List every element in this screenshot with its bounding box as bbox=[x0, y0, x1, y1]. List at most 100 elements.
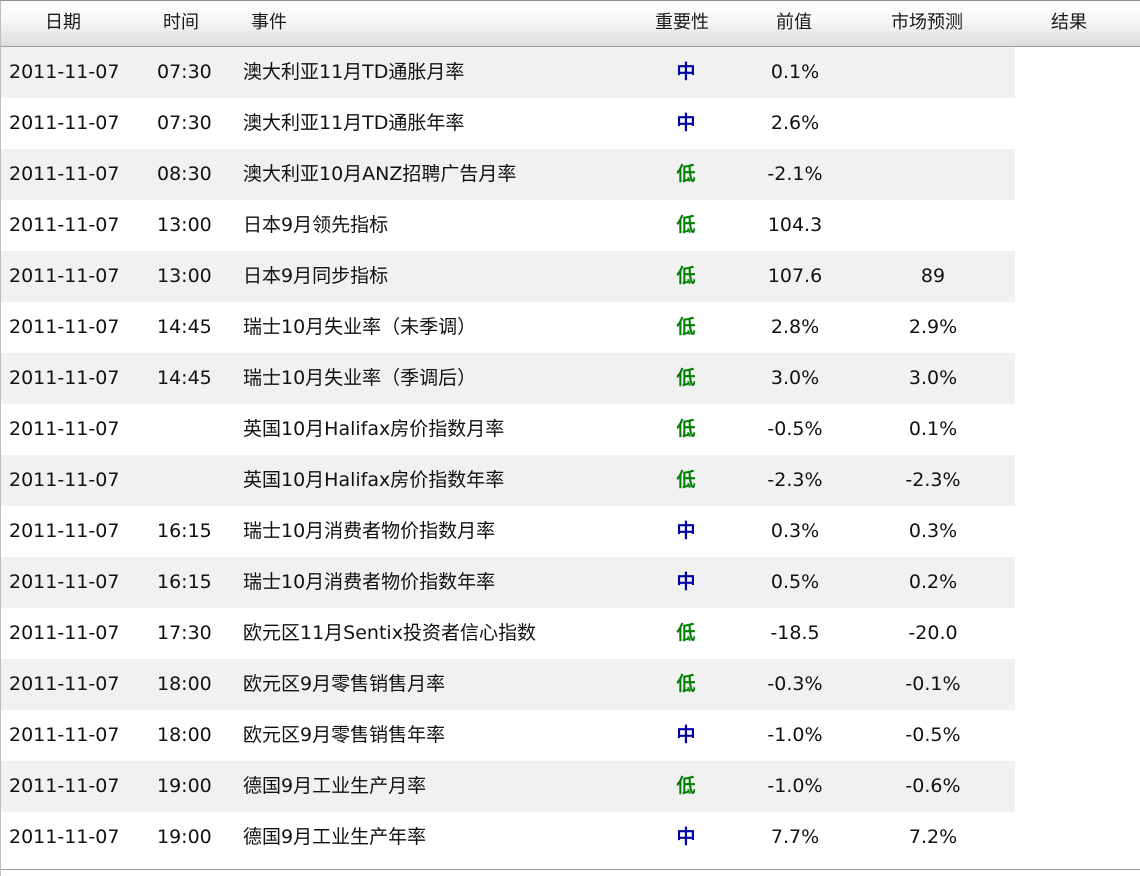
cell-forecast: -0.6% bbox=[905, 775, 961, 797]
cell-event: 瑞士10月消费者物价指数月率 bbox=[243, 520, 496, 542]
header-result: 结果 bbox=[1051, 12, 1087, 33]
cell-importance: 低 bbox=[676, 316, 696, 338]
cell-previous: -2.1% bbox=[767, 163, 823, 185]
cell-time: 07:30 bbox=[157, 61, 212, 83]
cell-forecast: 0.2% bbox=[908, 571, 958, 593]
cell-previous: 7.7% bbox=[770, 826, 820, 848]
cell-time: 19:00 bbox=[157, 775, 212, 797]
table-row: 2011-11-07 英国10月Halifax房价指数年率 低 -2.3% -2.3% bbox=[1, 455, 1015, 506]
cell-date: 2011-11-07 bbox=[9, 826, 120, 848]
cell-forecast: 7.2% bbox=[908, 826, 958, 848]
cell-previous: 0.1% bbox=[770, 61, 820, 83]
cell-event: 欧元区9月零售销售月率 bbox=[243, 673, 446, 695]
cell-date: 2011-11-07 bbox=[9, 520, 120, 542]
cell-previous: -1.0% bbox=[767, 775, 823, 797]
table-row: 2011-11-07 07:30 澳大利亚11月TD通胀月率 中 0.1% bbox=[1, 47, 1015, 98]
cell-previous: -0.3% bbox=[767, 673, 823, 695]
cell-previous: 104.3 bbox=[767, 214, 823, 236]
table-row: 2011-11-07 08:30 澳大利亚10月ANZ招聘广告月率 低 -2.1% bbox=[1, 149, 1015, 200]
cell-previous: 2.6% bbox=[770, 112, 820, 134]
cell-date: 2011-11-07 bbox=[9, 418, 120, 440]
cell-forecast: -0.1% bbox=[905, 673, 961, 695]
cell-importance: 中 bbox=[676, 61, 696, 83]
header-event: 事件 bbox=[251, 12, 287, 33]
cell-forecast bbox=[881, 98, 985, 149]
table-row: 2011-11-07 13:00 日本9月领先指标 低 104.3 bbox=[1, 200, 1015, 251]
cell-forecast: 3.0% bbox=[908, 367, 958, 389]
cell-date: 2011-11-07 bbox=[9, 112, 120, 134]
cell-forecast: -0.5% bbox=[905, 724, 961, 746]
cell-time: 16:15 bbox=[157, 571, 212, 593]
cell-importance: 低 bbox=[676, 163, 696, 185]
cell-event: 澳大利亚11月TD通胀月率 bbox=[243, 61, 465, 83]
cell-event: 澳大利亚11月TD通胀年率 bbox=[243, 112, 465, 134]
cell-previous: -18.5 bbox=[770, 622, 820, 644]
cell-date: 2011-11-07 bbox=[9, 775, 120, 797]
cell-time: 13:00 bbox=[157, 265, 212, 287]
cell-date: 2011-11-07 bbox=[9, 61, 120, 83]
cell-forecast: 0.1% bbox=[908, 418, 958, 440]
table-row: 2011-11-07 英国10月Halifax房价指数月率 低 -0.5% 0.1% bbox=[1, 404, 1015, 455]
cell-importance: 低 bbox=[676, 367, 696, 389]
cell-event: 欧元区11月Sentix投资者信心指数 bbox=[243, 622, 536, 644]
cell-forecast: 2.9% bbox=[908, 316, 958, 338]
cell-date: 2011-11-07 bbox=[9, 673, 120, 695]
cell-forecast: 89 bbox=[920, 265, 946, 287]
cell-importance: 中 bbox=[676, 571, 696, 593]
cell-event: 英国10月Halifax房价指数年率 bbox=[243, 469, 505, 491]
table-row: 2011-11-07 13:00 日本9月同步指标 低 107.6 89 bbox=[1, 251, 1015, 302]
cell-importance: 低 bbox=[676, 622, 696, 644]
cell-event: 欧元区9月零售销售年率 bbox=[243, 724, 446, 746]
cell-date: 2011-11-07 bbox=[9, 622, 120, 644]
cell-importance: 低 bbox=[676, 418, 696, 440]
table-row: 2011-11-07 18:00 欧元区9月零售销售月率 低 -0.3% -0.1% bbox=[1, 659, 1015, 710]
table-header: 日期 时间 事件 重要性 前值 市场预测 结果 bbox=[1, 1, 1140, 47]
cell-forecast bbox=[881, 149, 985, 200]
cell-forecast: -2.3% bbox=[905, 469, 961, 491]
cell-previous: 2.8% bbox=[770, 316, 820, 338]
table-body: 2011-11-07 07:30 澳大利亚11月TD通胀月率中 0.1% 2011-11… bbox=[1, 47, 1015, 863]
cell-time: 16:15 bbox=[157, 520, 212, 542]
cell-previous: -1.0% bbox=[767, 724, 823, 746]
cell-forecast: 0.3% bbox=[908, 520, 958, 542]
cell-importance: 低 bbox=[676, 469, 696, 491]
table-row: 2011-11-07 16:15 瑞士10月消费者物价指数年率 中 0.5% 0.2% bbox=[1, 557, 1015, 608]
cell-previous: 107.6 bbox=[767, 265, 823, 287]
cell-importance: 低 bbox=[676, 265, 696, 287]
cell-forecast: -20.0 bbox=[908, 622, 958, 644]
economic-calendar-table: 日期 时间 事件 重要性 前值 市场预测 结果 2011-11-07 07:30 澳… bbox=[0, 0, 1140, 876]
table-row: 2011-11-07 18:00 欧元区9月零售销售年率 中 -1.0% -0.5% bbox=[1, 710, 1015, 761]
cell-time: 17:30 bbox=[157, 622, 212, 644]
cell-importance: 中 bbox=[676, 826, 696, 848]
cell-event: 德国9月工业生产月率 bbox=[243, 775, 427, 797]
table-row: 2011-11-07 17:30 欧元区11月Sentix投资者信心指数 低 -18.5… bbox=[1, 608, 1015, 659]
table-row: 2011-11-07 14:45 瑞士10月失业率（未季调） 低 2.8% 2.9% bbox=[1, 302, 1015, 353]
cell-event: 日本9月领先指标 bbox=[243, 214, 389, 236]
header-importance: 重要性 bbox=[655, 12, 709, 33]
cell-event: 瑞士10月失业率（季调后） bbox=[243, 367, 477, 389]
table-row: 2011-11-07 19:00 德国9月工业生产月率 低 -1.0% -0.6% bbox=[1, 761, 1015, 812]
cell-importance: 中 bbox=[676, 520, 696, 542]
table-row: 2011-11-07 16:15 瑞士10月消费者物价指数月率 中 0.3% 0.3% bbox=[1, 506, 1015, 557]
cell-event: 日本9月同步指标 bbox=[243, 265, 389, 287]
table-row: 2011-11-07 07:30 澳大利亚11月TD通胀年率 中 2.6% bbox=[1, 98, 1015, 149]
cell-date: 2011-11-07 bbox=[9, 163, 120, 185]
cell-time: 19:00 bbox=[157, 826, 212, 848]
cell-time: 18:00 bbox=[157, 673, 212, 695]
cell-date: 2011-11-07 bbox=[9, 724, 120, 746]
cell-date: 2011-11-07 bbox=[9, 571, 120, 593]
cell-importance: 中 bbox=[676, 112, 696, 134]
cell-previous: -2.3% bbox=[767, 469, 823, 491]
cell-event: 英国10月Halifax房价指数月率 bbox=[243, 418, 505, 440]
header-previous: 前值 bbox=[776, 12, 812, 33]
cell-time: 13:00 bbox=[157, 214, 212, 236]
header-time: 时间 bbox=[163, 12, 199, 33]
cell-importance: 中 bbox=[676, 724, 696, 746]
cell-event: 德国9月工业生产年率 bbox=[243, 826, 427, 848]
table-row: 2011-11-07 14:45 瑞士10月失业率（季调后） 低 3.0% 3.0% bbox=[1, 353, 1015, 404]
cell-date: 2011-11-07 bbox=[9, 469, 120, 491]
cell-forecast bbox=[881, 47, 985, 98]
cell-importance: 低 bbox=[676, 214, 696, 236]
cell-date: 2011-11-07 bbox=[9, 367, 120, 389]
cell-importance: 低 bbox=[676, 775, 696, 797]
